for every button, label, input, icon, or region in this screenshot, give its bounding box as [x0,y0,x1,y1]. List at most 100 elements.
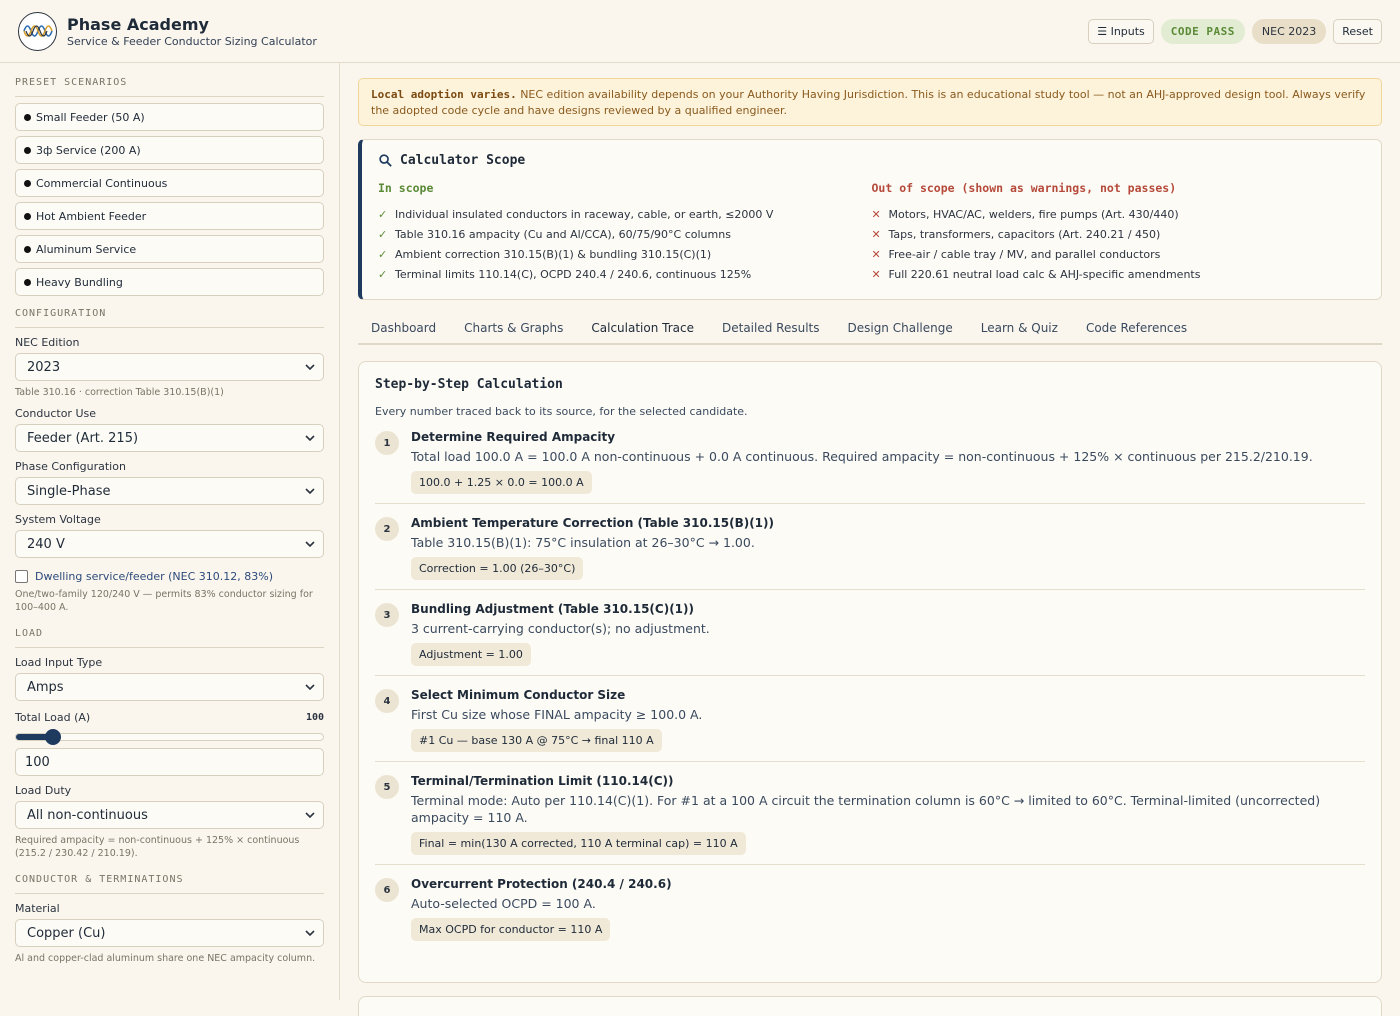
step-formula: Max OCPD for conductor = 110 A [411,918,611,941]
check-icon: ✓ [378,247,388,261]
out-of-scope-item: ✕ Full 220.61 neutral load calc & AHJ-spe… [871,267,1201,281]
system-voltage-select[interactable]: 240 V [15,530,324,558]
check-icon: ✓ [378,207,388,221]
load-duty-label: Load Duty [15,784,72,797]
step-title: Bundling Adjustment (Table 310.15(C)(1)) [411,602,694,616]
next-card-edge [358,996,1382,1016]
trace-step: 5 Terminal/Termination Limit (110.14(C))… [375,774,1365,865]
banner-heading: Local adoption varies. [371,88,517,101]
phase-academy-logo [18,11,57,51]
trace-step: 1 Determine Required Ampacity Total load… [375,430,1365,504]
bullet-icon [24,212,31,220]
magnifier-icon [379,154,392,167]
dwelling-checkbox-label[interactable]: Dwelling service/feeder (NEC 310.12, 83%… [35,570,273,583]
tab-design-challenge[interactable]: Design Challenge [847,312,952,344]
banner-text: NEC edition availability depends on your… [371,88,1366,117]
load-input-type-label: Load Input Type [15,656,103,669]
material-select[interactable]: Copper (Cu) [15,919,324,947]
check-icon: ✓ [378,227,388,241]
inputs-button[interactable]: ☰ Inputs [1088,18,1154,44]
step-description: First Cu size whose FINAL ampacity ≥ 100… [411,707,703,722]
chevron-down-icon [305,435,315,442]
step-description: 3 current-carrying conductor(s); no adju… [411,621,710,636]
trace-subtitle: Every number traced back to its source, … [375,405,748,418]
chevron-down-icon [305,364,315,371]
out-of-scope-item: ✕ Motors, HVAC/AC, welders, fire pumps (A… [871,207,1179,221]
tab-learn-quiz[interactable]: Learn & Quiz [981,312,1058,344]
slider-thumb[interactable] [44,729,61,745]
total-load-input[interactable]: 100 [15,748,324,776]
load-duty-hint: Required ampacity = non-continuous + 125… [15,835,300,859]
step-formula: Adjustment = 1.00 [411,643,531,666]
preset-commercial-continuous[interactable]: Commercial Continuous [15,169,324,197]
out-of-scope-item: ✕ Free-air / cable tray / MV, and paralle… [871,247,1161,261]
material-label: Material [15,902,60,915]
trace-step: 4 Select Minimum Conductor Size First Cu… [375,688,1365,762]
step-formula: Correction = 1.00 (26–30°C) [411,557,584,580]
bullet-icon [24,245,31,253]
phase-config-select[interactable]: Single-Phase [15,477,324,505]
adoption-warning-banner: Local adoption varies. NEC edition avail… [358,78,1382,126]
inputs-sidebar: PRESET SCENARIOS Small Feeder (50 A) 3ф … [0,63,340,1000]
presets-section-title: PRESET SCENARIOS [15,77,324,97]
step-title: Terminal/Termination Limit (110.14(C)) [411,774,674,788]
tab-code-references[interactable]: Code References [1086,312,1187,344]
reset-button[interactable]: Reset [1333,18,1382,44]
step-formula: Final = min(130 A corrected, 110 A termi… [411,832,746,855]
total-load-label: Total Load (A) [15,711,91,724]
step-title: Determine Required Ampacity [411,430,616,444]
bullet-icon [24,146,31,154]
step-description: Total load 100.0 A = 100.0 A non-continu… [411,449,1313,464]
calculator-scope-card: Calculator Scope In scope ✓ Individual in… [358,139,1382,300]
cross-icon: ✕ [871,247,881,261]
total-load-slider[interactable] [15,729,324,745]
nec-edition-hint: Table 310.16 · correction Table 310.15(B… [15,387,224,398]
preset-hot-ambient-feeder[interactable]: Hot Ambient Feeder [15,202,324,230]
load-duty-select[interactable]: All non-continuous [15,801,324,829]
dwelling-checkbox[interactable] [15,570,28,583]
conductor-use-select[interactable]: Feeder (Art. 215) [15,424,324,452]
nec-edition-label: NEC Edition [15,336,80,349]
bullet-icon [24,113,31,121]
preset-3ph-service[interactable]: 3ф Service (200 A) [15,136,324,164]
cross-icon: ✕ [871,207,881,221]
in-scope-title: In scope [378,181,434,195]
nec-edition-select[interactable]: 2023 [15,353,324,381]
step-number: 2 [375,517,399,541]
trace-step: 3 Bundling Adjustment (Table 310.15(C)(1… [375,602,1365,676]
step-title: Select Minimum Conductor Size [411,688,626,702]
material-hint: Al and copper-clad aluminum share one NE… [15,953,316,964]
trace-step: 2 Ambient Temperature Correction (Table … [375,516,1365,590]
step-formula: #1 Cu — base 130 A @ 75°C → final 110 A [411,729,662,752]
out-of-scope-title: Out of scope (shown as warnings, not pas… [871,181,1177,195]
tab-charts-graphs[interactable]: Charts & Graphs [464,312,563,344]
chevron-down-icon [305,541,315,548]
step-formula: 100.0 + 1.25 × 0.0 = 100.0 A [411,471,592,494]
app-title: Phase Academy [67,14,209,34]
out-of-scope-item: ✕ Taps, transformers, capacitors (Art. 24… [871,227,1161,241]
chevron-down-icon [305,684,315,691]
tab-calculation-trace[interactable]: Calculation Trace [591,312,694,344]
tab-dashboard[interactable]: Dashboard [371,312,436,344]
conductor-use-label: Conductor Use [15,407,96,420]
load-input-type-select[interactable]: Amps [15,673,324,701]
conductor-section-title: CONDUCTOR & TERMINATIONS [15,874,324,894]
preset-aluminum-service[interactable]: Aluminum Service [15,235,324,263]
preset-heavy-bundling[interactable]: Heavy Bundling [15,268,324,296]
step-number: 1 [375,431,399,455]
step-title: Overcurrent Protection (240.4 / 240.6) [411,877,672,891]
in-scope-item: ✓ Ambient correction 310.15(B)(1) & bundl… [378,247,712,261]
step-number: 4 [375,689,399,713]
dwelling-hint: One/two-family 120/240 V — permits 83% c… [15,589,313,613]
phase-config-label: Phase Configuration [15,460,126,473]
main-content: Local adoption varies. NEC edition avail… [358,63,1382,1016]
cross-icon: ✕ [871,227,881,241]
step-number: 6 [375,878,399,902]
app-header: Phase Academy Service & Feeder Conductor… [0,0,1400,63]
trace-title: Step-by-Step Calculation [375,377,563,392]
tab-detailed-results[interactable]: Detailed Results [722,312,820,344]
preset-small-feeder[interactable]: Small Feeder (50 A) [15,103,324,131]
total-load-readout: 100 [305,712,324,723]
bullet-icon [24,179,31,187]
nec-edition-badge: NEC 2023 [1251,18,1327,44]
